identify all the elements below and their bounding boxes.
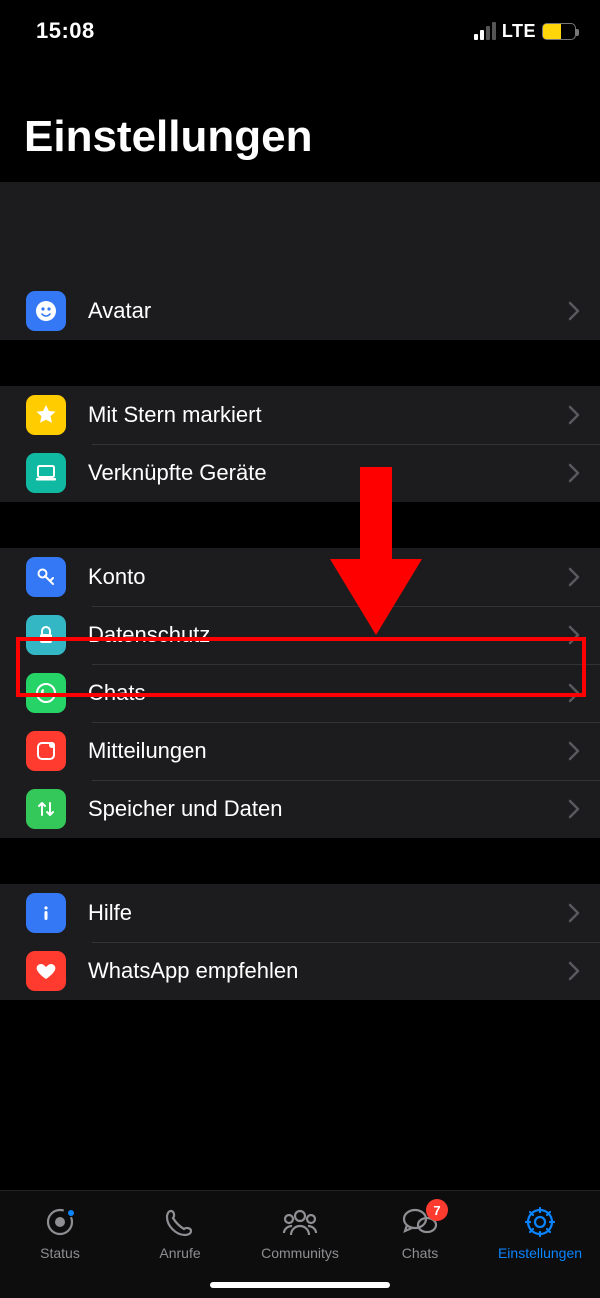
settings-group-2: Mit Stern markiert Verknüpfte Geräte (0, 386, 600, 502)
row-chats-label: Chats (88, 680, 568, 706)
battery-icon (542, 23, 576, 40)
row-help[interactable]: Hilfe (0, 884, 600, 942)
chevron-right-icon (568, 463, 580, 483)
chevron-right-icon (568, 625, 580, 645)
row-linked-label: Verknüpfte Geräte (88, 460, 568, 486)
row-account[interactable]: Konto (0, 548, 600, 606)
settings-group-4: Hilfe WhatsApp empfehlen (0, 884, 600, 1000)
heart-icon (26, 951, 66, 991)
star-icon (26, 395, 66, 435)
chevron-right-icon (568, 961, 580, 981)
tab-chats-badge: 7 (426, 1199, 448, 1221)
notification-square-icon (26, 731, 66, 771)
network-label: LTE (502, 21, 536, 42)
key-icon (26, 557, 66, 597)
tab-settings[interactable]: Einstellungen (490, 1205, 590, 1261)
tab-settings-label: Einstellungen (498, 1245, 582, 1261)
chevron-right-icon (568, 405, 580, 425)
chevron-right-icon (568, 741, 580, 761)
page-title: Einstellungen (0, 50, 600, 182)
whatsapp-icon (26, 673, 66, 713)
row-storage[interactable]: Speicher und Daten (0, 780, 600, 838)
tab-calls-label: Anrufe (159, 1245, 200, 1261)
lock-icon (26, 615, 66, 655)
row-starred[interactable]: Mit Stern markiert (0, 386, 600, 444)
home-indicator[interactable] (210, 1282, 390, 1288)
row-chats[interactable]: Chats (0, 664, 600, 722)
status-bar: 15:08 LTE (0, 0, 600, 50)
tab-status[interactable]: Status (10, 1205, 110, 1261)
status-right: LTE (474, 21, 576, 42)
row-privacy-label: Datenschutz (88, 622, 568, 648)
avatar-face-icon (26, 291, 66, 331)
status-time: 15:08 (36, 18, 95, 44)
row-storage-label: Speicher und Daten (88, 796, 568, 822)
tab-chats-label: Chats (402, 1245, 439, 1261)
row-avatar-label: Avatar (88, 298, 568, 324)
arrows-up-down-icon (26, 789, 66, 829)
laptop-icon (26, 453, 66, 493)
chevron-right-icon (568, 799, 580, 819)
row-share-label: WhatsApp empfehlen (88, 958, 568, 984)
tab-calls[interactable]: Anrufe (130, 1205, 230, 1261)
chevron-right-icon (568, 903, 580, 923)
row-linked-devices[interactable]: Verknüpfte Geräte (0, 444, 600, 502)
tab-community-label: Communitys (261, 1245, 339, 1261)
row-notifications-label: Mitteilungen (88, 738, 568, 764)
row-avatar[interactable]: Avatar (0, 282, 600, 340)
row-starred-label: Mit Stern markiert (88, 402, 568, 428)
tab-status-label: Status (40, 1245, 80, 1261)
row-notifications[interactable]: Mitteilungen (0, 722, 600, 780)
row-account-label: Konto (88, 564, 568, 590)
tab-communities[interactable]: Communitys (250, 1205, 350, 1261)
chevron-right-icon (568, 567, 580, 587)
cellular-signal-icon (474, 22, 496, 40)
info-icon (26, 893, 66, 933)
settings-group-3: Konto Datenschutz Chats Mitteilungen Spe… (0, 548, 600, 838)
row-privacy[interactable]: Datenschutz (0, 606, 600, 664)
chevron-right-icon (568, 301, 580, 321)
settings-group-1: Avatar (0, 182, 600, 340)
tab-chats[interactable]: 7 Chats (370, 1205, 470, 1261)
row-share[interactable]: WhatsApp empfehlen (0, 942, 600, 1000)
chevron-right-icon (568, 683, 580, 703)
row-help-label: Hilfe (88, 900, 568, 926)
